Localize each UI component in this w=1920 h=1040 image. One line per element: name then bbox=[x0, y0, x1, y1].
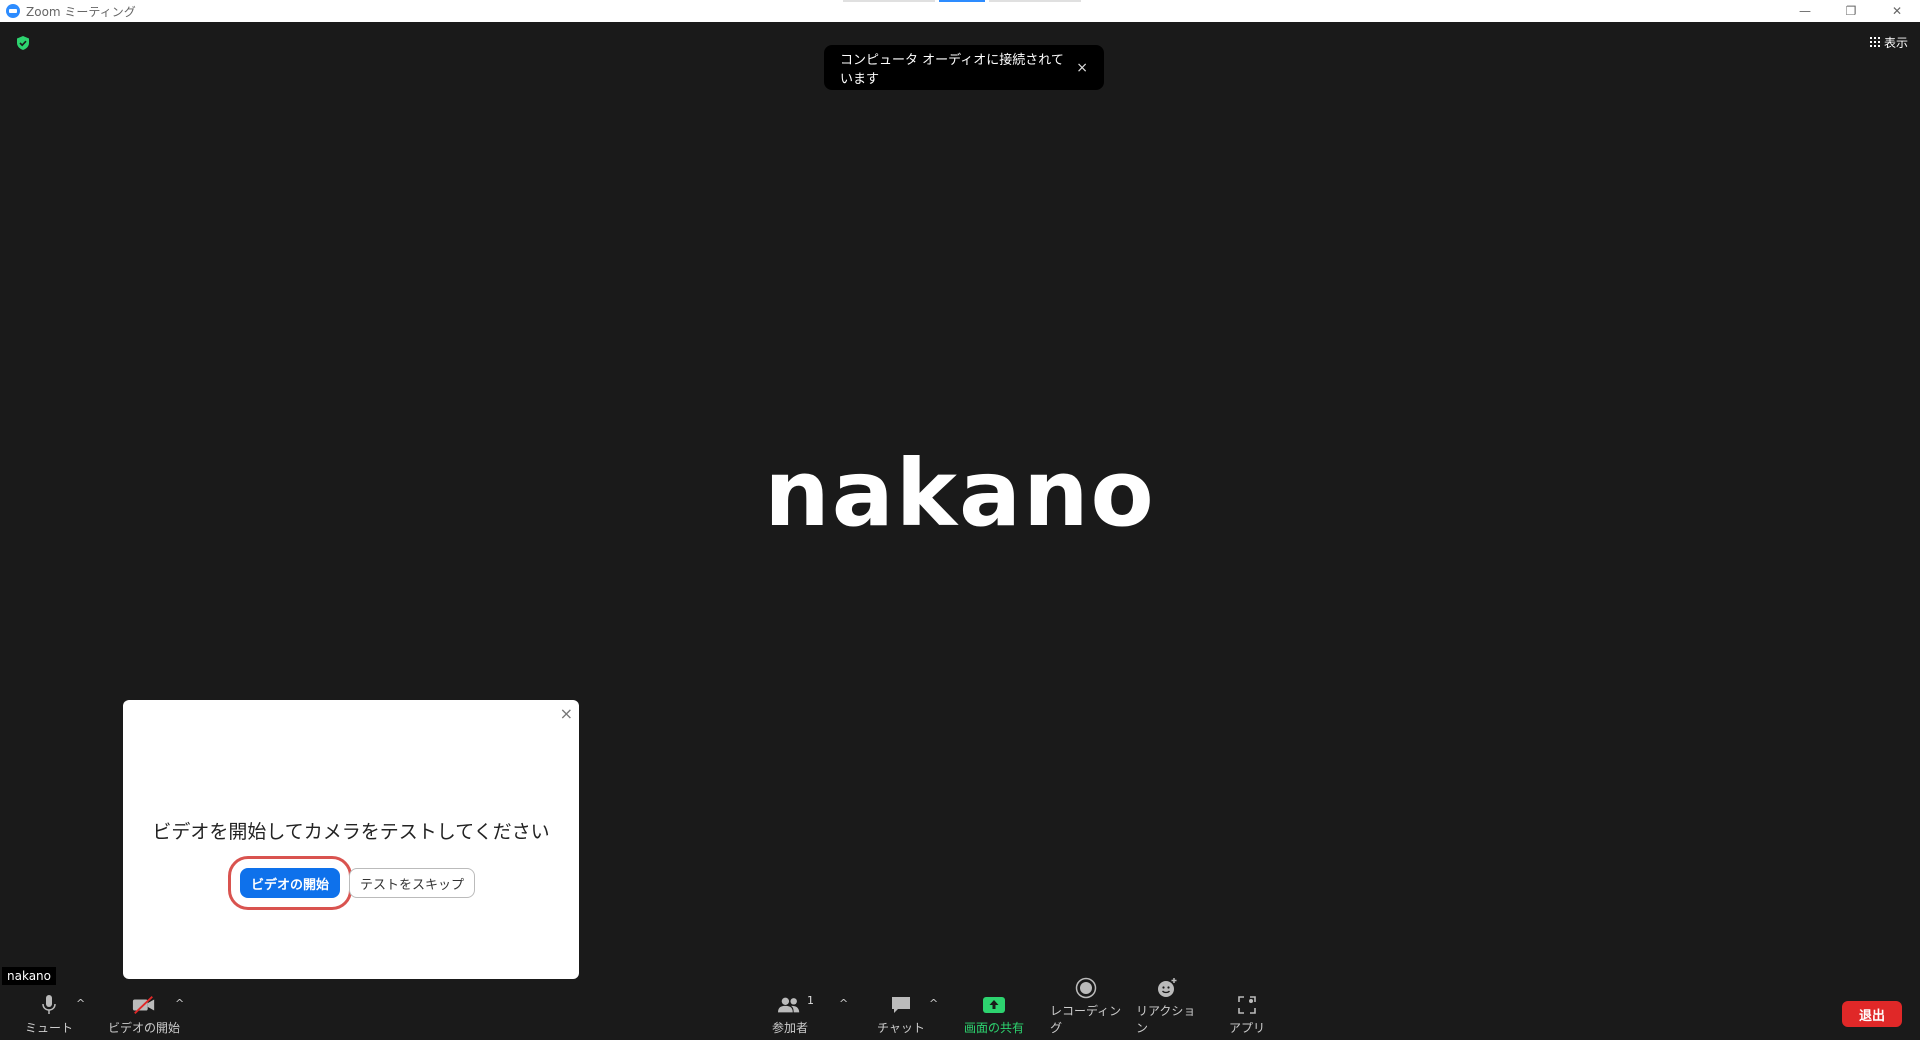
video-options-caret-icon[interactable]: ^ bbox=[175, 997, 184, 1010]
share-label: 画面の共有 bbox=[963, 1021, 1024, 1035]
apps-button[interactable]: アプリ bbox=[1224, 985, 1270, 1040]
audio-connected-toast: コンピュータ オーディオに接続されています × bbox=[824, 45, 1104, 90]
restore-button[interactable]: ❐ bbox=[1828, 0, 1874, 22]
chat-bubble-icon bbox=[889, 994, 913, 1016]
participants-label: 参加者 bbox=[771, 1021, 808, 1035]
security-shield-icon[interactable] bbox=[16, 36, 30, 50]
record-icon bbox=[1074, 977, 1098, 999]
video-off-icon bbox=[132, 994, 156, 1016]
meeting-toolbar: ミュート ^ ビデオの開始 ^ 参加者 1 ^ チャット ^ 画面の共有 レコー… bbox=[0, 977, 1920, 1040]
start-video-button[interactable]: ビデオの開始 bbox=[227, 856, 353, 910]
leave-meeting-button[interactable]: 退出 bbox=[1842, 1001, 1902, 1027]
chat-button[interactable]: チャット bbox=[875, 985, 927, 1040]
grid-view-icon bbox=[1869, 37, 1880, 47]
zoom-meeting-window: Zoom ミーティング — ❐ ✕ 表示 コンピュータ オーディオに接続されてい… bbox=[0, 0, 1920, 1040]
participants-icon bbox=[778, 994, 802, 1016]
apps-label: アプリ bbox=[1228, 1021, 1265, 1035]
self-name-label: nakano bbox=[2, 967, 56, 985]
start-video-toolbar-button[interactable]: ビデオの開始 bbox=[104, 985, 184, 1040]
view-button-label: 表示 bbox=[1883, 35, 1908, 50]
indicator-segment bbox=[989, 0, 1081, 2]
toast-close-icon[interactable]: × bbox=[1076, 60, 1088, 76]
reactions-button[interactable]: リアクション bbox=[1136, 978, 1198, 1040]
share-screen-icon bbox=[982, 994, 1006, 1016]
zoom-logo-icon bbox=[6, 4, 20, 18]
audio-options-caret-icon[interactable]: ^ bbox=[76, 997, 85, 1010]
window-title: Zoom ミーティング bbox=[26, 4, 136, 19]
participants-count: 1 bbox=[807, 994, 814, 1007]
share-screen-button[interactable]: 画面の共有 bbox=[958, 985, 1030, 1040]
skip-test-button[interactable]: テストをスキップ bbox=[349, 868, 476, 898]
record-button[interactable]: レコーディング bbox=[1050, 977, 1122, 1040]
dialog-close-icon[interactable]: × bbox=[560, 704, 573, 723]
view-button[interactable]: 表示 bbox=[1869, 32, 1908, 52]
participants-options-caret-icon[interactable]: ^ bbox=[839, 997, 848, 1010]
indicator-segment bbox=[843, 0, 935, 2]
chat-options-caret-icon[interactable]: ^ bbox=[929, 997, 938, 1010]
microphone-icon bbox=[37, 994, 61, 1016]
dialog-actions: ビデオの開始 テストをスキップ bbox=[227, 856, 476, 910]
indicator-segment-active bbox=[939, 0, 985, 2]
reaction-smiley-icon bbox=[1155, 977, 1179, 999]
toast-message: コンピュータ オーディオに接続されています bbox=[840, 52, 1064, 87]
video-label: ビデオの開始 bbox=[107, 1021, 180, 1035]
participant-display-name: nakano bbox=[764, 440, 1156, 547]
record-label: レコーディング bbox=[1050, 1004, 1122, 1035]
mute-button[interactable]: ミュート bbox=[24, 985, 74, 1040]
reactions-label: リアクション bbox=[1136, 1004, 1196, 1035]
close-window-button[interactable]: ✕ bbox=[1874, 0, 1920, 22]
dialog-message: ビデオを開始してカメラをテストしてください bbox=[152, 821, 550, 843]
chat-label: チャット bbox=[877, 1021, 925, 1035]
video-test-dialog: × ビデオを開始してカメラをテストしてください ビデオの開始 テストをスキップ bbox=[123, 700, 579, 979]
apps-icon bbox=[1235, 994, 1259, 1016]
minimize-button[interactable]: — bbox=[1782, 0, 1828, 22]
mute-label: ミュート bbox=[24, 1021, 73, 1035]
window-controls: — ❐ ✕ bbox=[1782, 0, 1920, 22]
title-center-indicator bbox=[843, 0, 1081, 2]
title-bar: Zoom ミーティング — ❐ ✕ bbox=[0, 0, 1920, 22]
